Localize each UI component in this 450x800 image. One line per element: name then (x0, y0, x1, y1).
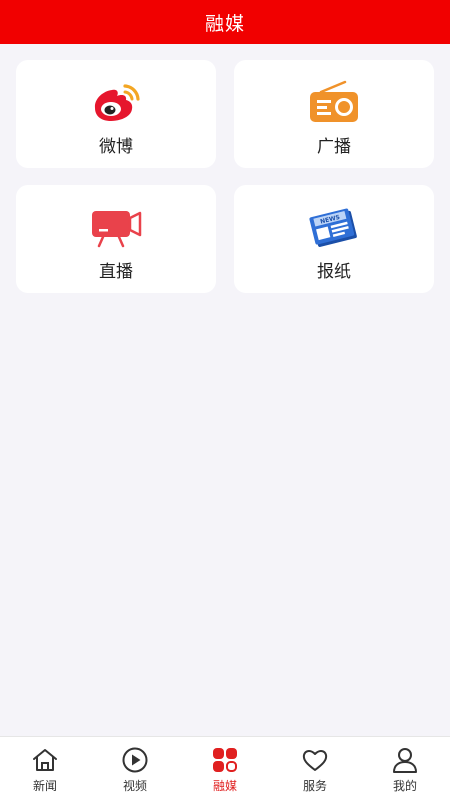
tab-label: 服务 (302, 779, 327, 793)
grid-icon (211, 746, 239, 774)
radio-icon (307, 80, 361, 124)
tab-news[interactable]: 新闻 (0, 737, 90, 800)
media-card-weibo[interactable]: 微博 (16, 60, 216, 168)
tab-label: 视频 (122, 779, 147, 793)
media-card-label: 广播 (317, 137, 351, 157)
tab-label: 融媒 (212, 779, 237, 793)
tab-media[interactable]: 融媒 (180, 737, 270, 800)
media-card-label: 微博 (99, 137, 133, 157)
tab-mine[interactable]: 我的 (360, 737, 450, 800)
media-card-label: 直播 (99, 262, 133, 282)
media-card-label: 报纸 (317, 262, 351, 282)
media-card-radio[interactable]: 广播 (234, 60, 434, 168)
tab-label: 新闻 (32, 779, 57, 793)
media-card-live[interactable]: 直播 (16, 185, 216, 293)
heart-icon (301, 746, 329, 774)
tab-service[interactable]: 服务 (270, 737, 360, 800)
weibo-icon (89, 80, 143, 124)
newspaper-icon: NEWS (307, 205, 361, 249)
media-card-newspaper[interactable]: NEWS 报纸 (234, 185, 434, 293)
tab-label: 我的 (392, 779, 417, 793)
user-icon (391, 746, 419, 774)
home-icon (31, 746, 59, 774)
page-title: 融媒 (204, 12, 245, 35)
bottom-tab-bar: 新闻 视频 融媒 服务 我的 (0, 736, 450, 800)
media-grid: 微博 广播 直播 NEWS 报纸 (16, 60, 434, 293)
tab-video[interactable]: 视频 (90, 737, 180, 800)
play-icon (121, 746, 149, 774)
top-bar: 融媒 (0, 0, 450, 44)
live-tv-icon (89, 205, 143, 249)
